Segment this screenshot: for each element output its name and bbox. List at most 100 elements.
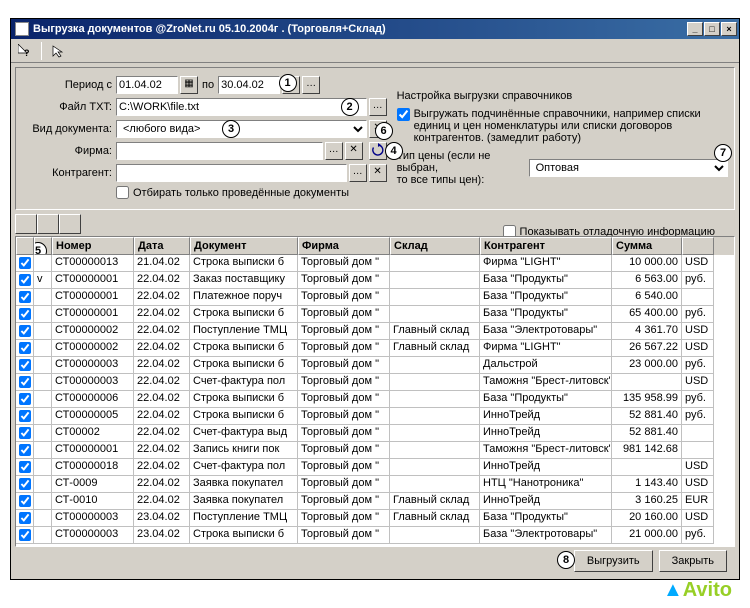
contractor-browse-button[interactable]: … [349,164,367,182]
col-date[interactable]: Дата [134,237,190,255]
row-number: СТ00000003 [52,510,134,527]
row-mark-cell [34,357,52,374]
table-row[interactable]: СТ0000000222.04.02Поступление ТМЦТорговы… [16,323,734,340]
row-checkbox-cell[interactable] [16,510,34,527]
row-date: 22.04.02 [134,391,190,408]
row-checkbox-cell[interactable] [16,459,34,476]
table-row[interactable]: СТ0000000122.04.02Строка выписки бТоргов… [16,306,734,323]
row-checkbox-cell[interactable] [16,306,34,323]
row-checkbox-cell[interactable] [16,527,34,544]
row-checkbox-cell[interactable] [16,408,34,425]
table-row[interactable]: СТ-001022.04.02Заявка покупателТорговый … [16,493,734,510]
row-currency: USD [682,255,714,272]
grid-body[interactable]: СТ0000001321.04.02Строка выписки бТоргов… [16,255,734,546]
row-number: СТ00000003 [52,374,134,391]
period-from-input[interactable] [116,76,178,94]
toolbar-help-icon[interactable]: ? [15,41,35,61]
minimize-button[interactable]: _ [687,22,703,36]
table-row[interactable]: СТ0000000122.04.02Платежное поручТорговы… [16,289,734,306]
table-row[interactable]: СТ0000000322.04.02Строка выписки бТоргов… [16,357,734,374]
table-row[interactable]: СТ-000922.04.02Заявка покупателТорговый … [16,476,734,493]
row-document: Заявка покупател [190,476,298,493]
row-mark-cell [34,459,52,476]
col-sum[interactable]: Сумма [612,237,682,255]
row-contractor: Фирма "LIGHT" [480,255,612,272]
firm-clear-button[interactable]: ✕ [345,142,363,160]
view-tree-button[interactable] [37,214,59,234]
row-checkbox-cell[interactable] [16,255,34,272]
watermark: ▲Avito [663,579,732,602]
row-checkbox-cell[interactable] [16,374,34,391]
file-browse-button[interactable]: … [369,98,387,116]
table-row[interactable]: СТ0000222.04.02Счет-фактура выдТорговый … [16,425,734,442]
table-row[interactable]: СТ0000000622.04.02Строка выписки бТоргов… [16,391,734,408]
view-list-button[interactable] [15,214,37,234]
col-mark[interactable]: 5 [34,237,52,255]
callout-8: 8 [557,551,575,569]
table-row[interactable]: СТ0000000122.04.02Запись книги покТоргов… [16,442,734,459]
table-row[interactable]: СТ0000000323.04.02Поступление ТМЦТорговы… [16,510,734,527]
period-picker-button[interactable]: … [302,76,320,94]
row-document: Счет-фактура выд [190,425,298,442]
table-row[interactable]: СТ0000000522.04.02Строка выписки бТоргов… [16,408,734,425]
row-mark-cell [34,289,52,306]
col-firm[interactable]: Фирма [298,237,390,255]
row-currency [682,442,714,459]
row-checkbox-cell[interactable] [16,442,34,459]
row-warehouse: Главный склад [390,340,480,357]
row-checkbox-cell[interactable] [16,357,34,374]
table-row[interactable]: СТ0000000322.04.02Счет-фактура полТоргов… [16,374,734,391]
row-firm: Торговый дом " [298,425,390,442]
export-sub-refs-checkbox[interactable] [397,108,410,121]
row-date: 21.04.02 [134,255,190,272]
col-check[interactable] [16,237,34,255]
refresh-button[interactable] [369,142,387,160]
row-document: Счет-фактура пол [190,374,298,391]
col-currency[interactable] [682,237,714,255]
view-grid-button[interactable] [59,214,81,234]
only-posted-checkbox[interactable] [116,186,129,199]
table-row[interactable]: СТ0000000323.04.02Строка выписки бТоргов… [16,527,734,544]
export-button[interactable]: Выгрузить [574,550,653,572]
table-row[interactable]: СТ0000001321.04.02Строка выписки бТоргов… [16,255,734,272]
row-document: Счет-фактура пол [190,459,298,476]
firm-browse-button[interactable]: … [325,142,343,160]
doc-type-select[interactable]: <любого вида> [116,120,367,138]
row-currency: USD [682,340,714,357]
doc-type-label: Вид документа: [22,123,116,135]
contractor-clear-button[interactable]: ✕ [369,164,387,182]
period-from-calendar-button[interactable] [180,76,198,94]
close-button[interactable]: Закрыть [659,550,727,572]
price-type-select[interactable]: Оптовая [529,159,728,177]
row-checkbox-cell[interactable] [16,289,34,306]
row-checkbox-cell[interactable] [16,272,34,289]
row-checkbox-cell[interactable] [16,323,34,340]
toolbar-cursor-icon[interactable] [48,41,68,61]
documents-grid: 5 Номер Дата Документ Фирма Склад Контра… [15,236,735,547]
period-to-input[interactable] [218,76,280,94]
col-warehouse[interactable]: Склад [390,237,480,255]
table-row[interactable]: vСТ0000000122.04.02Заказ поставщикуТорго… [16,272,734,289]
row-checkbox-cell[interactable] [16,493,34,510]
row-checkbox-cell[interactable] [16,391,34,408]
row-contractor: ИнноТрейд [480,408,612,425]
col-contractor[interactable]: Контрагент [480,237,612,255]
table-row[interactable]: СТ0000000222.04.02Строка выписки бТоргов… [16,340,734,357]
file-input[interactable] [116,98,367,116]
row-date: 22.04.02 [134,425,190,442]
contractor-input[interactable] [116,164,347,182]
row-currency: руб. [682,306,714,323]
row-checkbox-cell[interactable] [16,476,34,493]
firm-input[interactable] [116,142,323,160]
col-number[interactable]: Номер [52,237,134,255]
row-checkbox-cell[interactable] [16,340,34,357]
table-row[interactable]: СТ0000001822.04.02Счет-фактура полТоргов… [16,459,734,476]
row-sum: 52 881.40 [612,425,682,442]
row-checkbox-cell[interactable] [16,425,34,442]
close-window-button[interactable]: × [721,22,737,36]
maximize-button[interactable]: □ [704,22,720,36]
only-posted-label: Отбирать только проведённые документы [133,187,349,199]
col-document[interactable]: Документ [190,237,298,255]
row-mark-cell [34,493,52,510]
row-contractor: База "Продукты" [480,272,612,289]
